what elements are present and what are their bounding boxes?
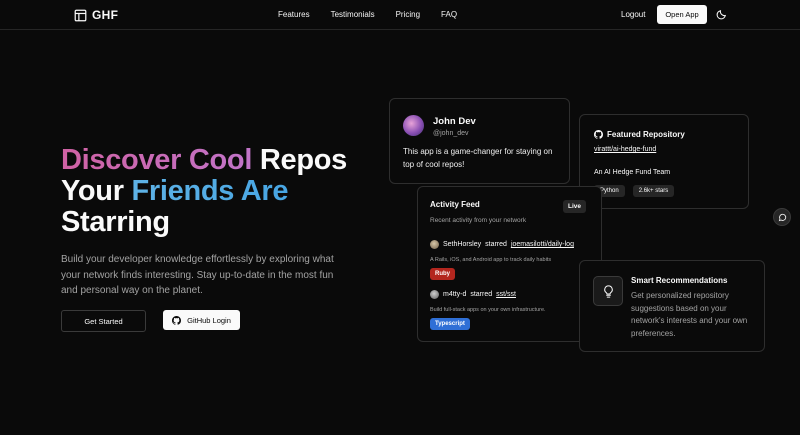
activity-repo-link[interactable]: sst/sst xyxy=(496,291,516,298)
activity-item: m4tty-d starred sst/sst xyxy=(430,290,516,299)
activity-feed-title: Activity Feed xyxy=(430,200,480,209)
featured-repo-title: Featured Repository xyxy=(607,130,685,139)
testimonial-name: John Dev xyxy=(433,116,476,127)
smart-recommendations-description: Get personalized repository suggestions … xyxy=(631,291,748,338)
stars-tag: 2.6k+ stars xyxy=(632,185,675,197)
activity-item: SethHorsley starred joemasilotti/daily-l… xyxy=(430,240,574,249)
hero-title-highlight: Friends Are xyxy=(131,175,289,207)
hero-title: Discover Cool Repos Your Friends Are Sta… xyxy=(61,145,347,238)
featured-repo-description: An AI Hedge Fund Team xyxy=(594,169,671,176)
moon-icon[interactable] xyxy=(716,9,727,20)
lightbulb-icon xyxy=(603,284,613,298)
top-navbar: GHF Features Testimonials Pricing FAQ Lo… xyxy=(0,0,800,30)
activity-feed-subtitle: Recent activity from your network xyxy=(430,217,527,224)
layout-icon xyxy=(74,9,87,21)
github-login-button[interactable]: GitHub Login xyxy=(163,310,240,330)
activity-action: starred xyxy=(485,241,507,248)
hero-title-text: Starring xyxy=(61,206,170,238)
hero-title-highlight: Discover Cool xyxy=(61,144,253,176)
smart-recommendations-card: Smart Recommendations Get personalized r… xyxy=(579,260,765,352)
language-badge: Ruby xyxy=(430,268,455,280)
featured-repo-tags: Python 2.6k+ stars xyxy=(594,185,675,197)
nav-link-pricing[interactable]: Pricing xyxy=(396,10,420,19)
featured-repo-heading: Featured Repository xyxy=(594,130,685,139)
activity-user[interactable]: m4tty-d xyxy=(443,291,466,298)
hero-title-text: Your xyxy=(61,175,132,207)
testimonial-handle: @john_dev xyxy=(433,130,469,137)
hero-description: Build your developer knowledge effortles… xyxy=(61,254,334,296)
github-icon xyxy=(594,130,603,139)
activity-repo-link[interactable]: joemasilotti/daily-log xyxy=(511,241,574,248)
activity-user[interactable]: SethHorsley xyxy=(443,241,481,248)
logout-link[interactable]: Logout xyxy=(621,10,645,19)
activity-repo-description: A Rails, iOS, and Android app to track d… xyxy=(430,257,552,263)
github-icon xyxy=(172,315,182,325)
activity-repo-description: Build full-stack apps on your own infras… xyxy=(430,307,546,313)
nav-link-faq[interactable]: FAQ xyxy=(441,10,457,19)
activity-action: starred xyxy=(470,291,493,298)
chat-icon xyxy=(778,213,786,221)
live-badge: Live xyxy=(563,200,587,213)
activity-feed-card: Activity Feed Live Recent activity from … xyxy=(417,186,602,342)
logo-text: GHF xyxy=(92,8,119,22)
avatar xyxy=(430,290,439,299)
language-badge: Typescript xyxy=(430,318,470,330)
testimonial-quote: This app is a game-changer for staying o… xyxy=(403,147,553,169)
nav-link-features[interactable]: Features xyxy=(278,10,310,19)
open-app-button[interactable]: Open App xyxy=(657,5,707,24)
get-started-button[interactable]: Get Started xyxy=(61,310,146,332)
featured-repo-card: Featured Repository virattt/ai-hedge-fun… xyxy=(579,114,749,209)
github-login-label: GitHub Login xyxy=(187,315,231,325)
smart-recommendations-title: Smart Recommendations xyxy=(631,276,728,285)
avatar xyxy=(430,240,439,249)
nav-link-testimonials[interactable]: Testimonials xyxy=(331,10,375,19)
testimonial-card: John Dev @john_dev This app is a game-ch… xyxy=(389,98,570,184)
featured-repo-link[interactable]: virattt/ai-hedge-fund xyxy=(594,146,656,153)
avatar xyxy=(403,115,424,136)
logo[interactable]: GHF xyxy=(74,8,118,22)
lightbulb-icon-box xyxy=(593,276,623,306)
nav-links: Features Testimonials Pricing FAQ xyxy=(278,10,457,19)
hero-title-text: Repos xyxy=(252,144,347,176)
chat-button[interactable] xyxy=(773,208,791,226)
